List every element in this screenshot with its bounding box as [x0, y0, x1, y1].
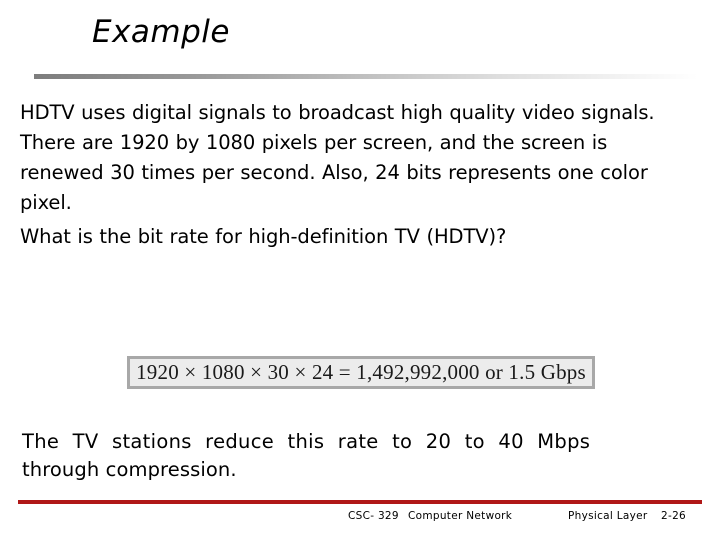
formula-expression: 1920 × 1080 × 30 × 24 = 1,492,992,000 or… [136, 360, 586, 384]
slide-body: HDTV uses digital signals to broadcast h… [20, 98, 692, 252]
slide-title-block: Example [0, 14, 720, 79]
slide-closing-note: The TV stations reduce this rate to 20 t… [22, 428, 692, 484]
page-title: Example [92, 14, 230, 50]
closing-text-line-2: through compression. [22, 458, 237, 481]
title-divider-rule [34, 74, 698, 79]
footer-divider-rule [18, 500, 702, 504]
footer-course-name: Computer Network [408, 510, 513, 522]
footer-page-number: 2-26 [661, 510, 687, 522]
body-paragraph-statement: HDTV uses digital signals to broadcast h… [20, 101, 655, 214]
footer-course-code: CSC- 329 [348, 510, 399, 522]
presentation-slide: Example HDTV uses digital signals to bro… [0, 0, 720, 540]
formula-box: 1920 × 1080 × 30 × 24 = 1,492,992,000 or… [127, 356, 595, 389]
closing-text-line-1: The TV stations reduce this rate to 20 t… [22, 430, 591, 453]
body-paragraph-question: What is the bit rate for high-definition… [20, 225, 507, 248]
footer-chapter-title: Physical Layer [568, 510, 648, 522]
slide-footer: CSC- 329 Computer Network Physical Layer… [0, 508, 720, 528]
